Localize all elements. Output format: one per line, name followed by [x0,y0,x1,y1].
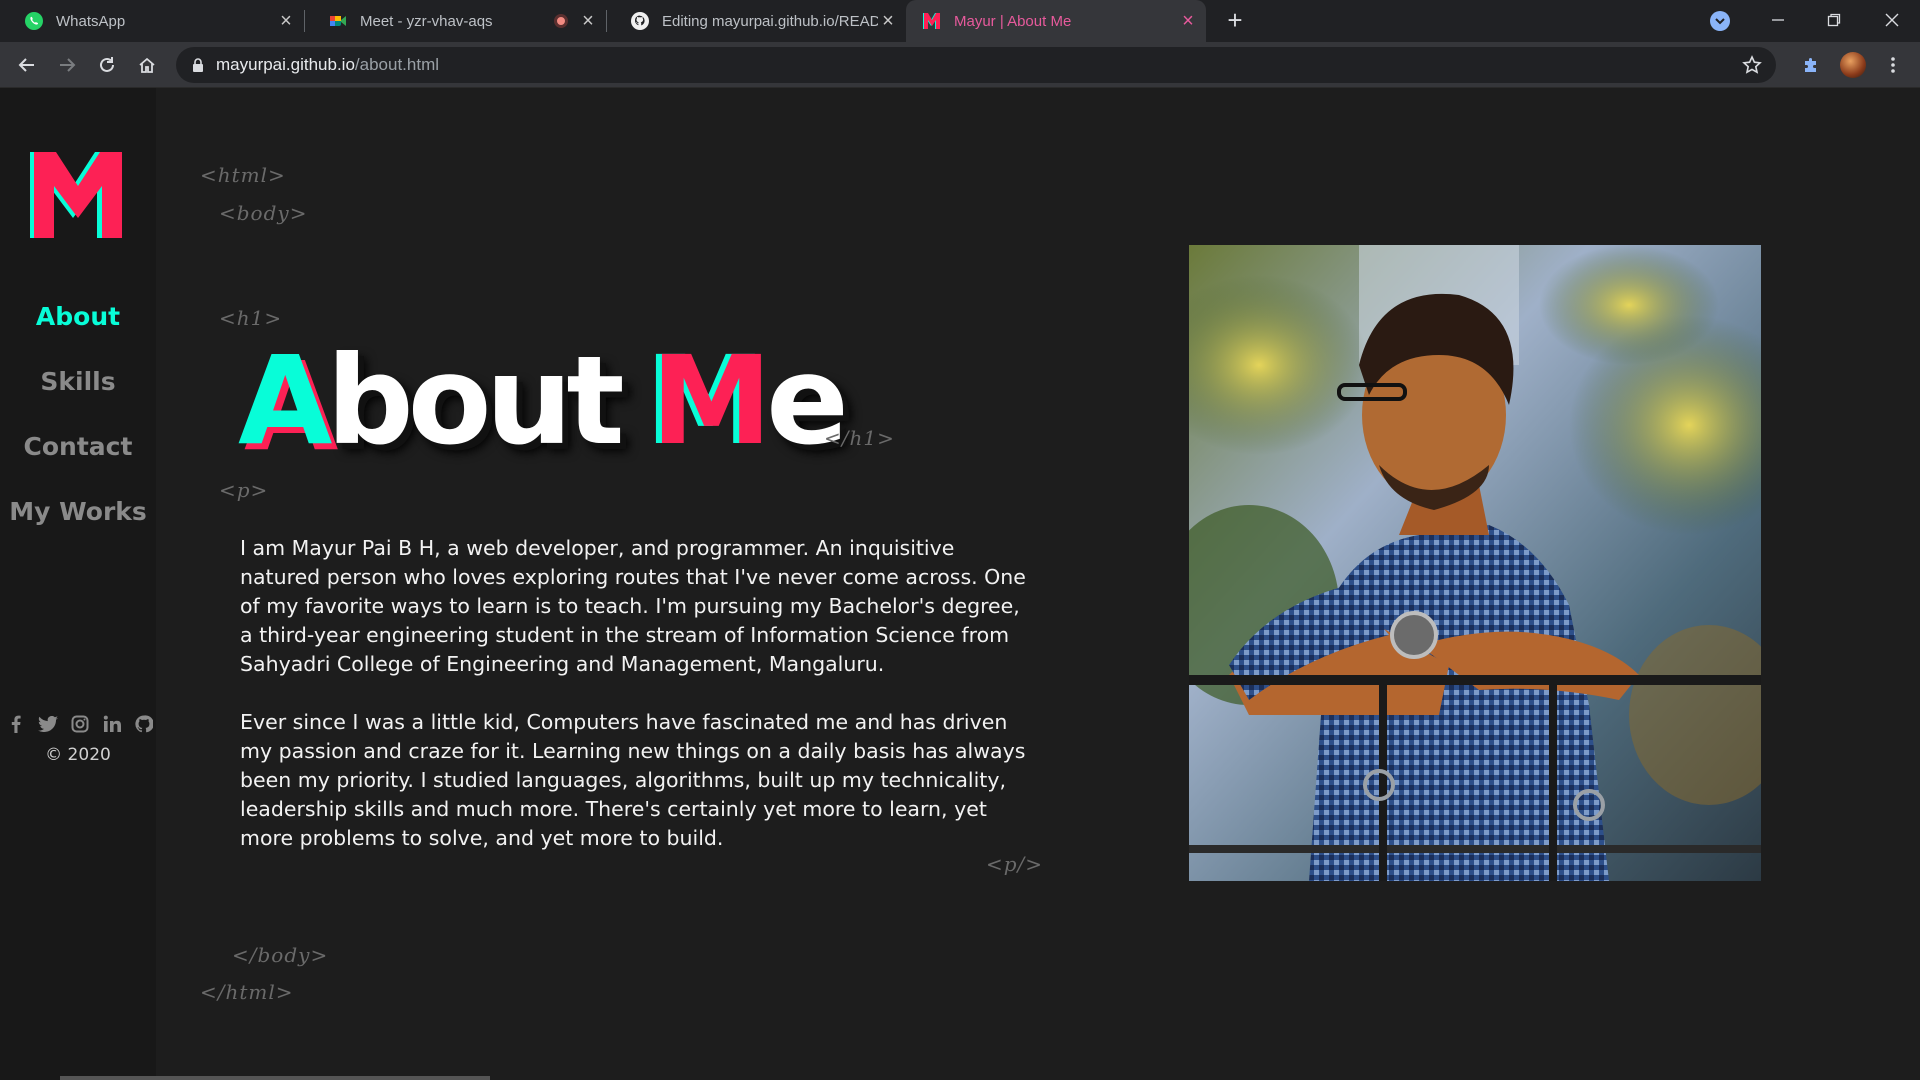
tag-p-open: <p> [219,478,269,502]
back-button[interactable] [12,50,42,80]
google-meet-icon [328,11,348,31]
tab-search-icon[interactable] [1710,11,1730,31]
bookmark-star-icon[interactable] [1742,55,1762,75]
tab-title: Editing mayurpai.github.io/README [662,12,878,30]
horizontal-scrollbar[interactable] [60,1076,490,1080]
extensions-puzzle-icon[interactable] [1798,52,1824,78]
social-links [6,714,156,734]
nav-my-works[interactable]: My Works [0,497,156,526]
home-button[interactable] [132,50,162,80]
close-tab-icon[interactable]: × [578,10,598,32]
reload-button[interactable] [92,50,122,80]
tab-google-meet[interactable]: Meet - yzr-vhav-aqs × [304,0,607,42]
about-paragraph-2: Ever since I was a little kid, Computers… [240,710,1026,850]
about-paragraph-1: I am Mayur Pai B H, a web developer, and… [240,536,1026,676]
web-page: About Skills Contact My Works © 2020 <ht… [0,88,1920,1080]
heading-first-letter: A [238,330,332,472]
address-bar[interactable]: mayurpai.github.io/about.html [176,47,1776,83]
tag-p-close: <p/> [986,852,1044,876]
copyright-text: © 2020 [45,745,111,765]
browser-tab-strip: WhatsApp × Meet - yzr-vhav-aqs × Editing… [0,0,1920,42]
instagram-icon[interactable] [70,714,90,734]
url-host: mayurpai.github.io [216,55,355,74]
tab-about-me[interactable]: Mayur | About Me × [906,0,1206,42]
tag-body-close: </body> [232,943,329,967]
lock-icon[interactable] [190,57,206,73]
heading-accent-letter: M [650,330,772,472]
recording-indicator-icon [554,14,568,28]
tag-h1-close: </h1> [824,426,895,450]
tab-github-editing[interactable]: Editing mayurpai.github.io/README × [606,0,906,42]
url-path: /about.html [354,55,440,74]
browser-toolbar: mayurpai.github.io/about.html [0,42,1920,88]
nav-about[interactable]: About [0,302,156,331]
github-icon [630,11,650,31]
close-tab-icon[interactable]: × [878,10,898,32]
whatsapp-icon [24,11,44,31]
page-heading: About Me [238,330,849,472]
tab-title: WhatsApp [56,12,126,30]
tag-html-close: </html> [200,980,294,1004]
nav-skills[interactable]: Skills [0,367,156,396]
twitter-icon[interactable] [38,714,58,734]
close-tab-icon[interactable]: × [1178,10,1198,32]
forward-button[interactable] [52,50,82,80]
close-window-button[interactable] [1864,0,1920,40]
close-tab-icon[interactable]: × [276,10,296,32]
heading-word-part: bout [326,330,624,472]
tab-title: Mayur | About Me [954,12,1072,30]
tab-title: Meet - yzr-vhav-aqs [360,12,493,30]
github-icon[interactable] [134,714,154,734]
minimize-button[interactable] [1750,0,1806,40]
facebook-icon[interactable] [6,714,26,734]
tag-h1-open: <h1> [219,306,283,330]
tag-html-open: <html> [200,163,286,187]
tab-whatsapp[interactable]: WhatsApp × [0,0,305,42]
more-menu-icon[interactable] [1880,52,1906,78]
profile-photo [1189,245,1761,881]
restore-button[interactable] [1806,0,1862,40]
sidebar: About Skills Contact My Works © 2020 [0,88,156,1080]
profile-avatar[interactable] [1840,52,1866,78]
heading-word-part: e [766,330,849,472]
linkedin-icon[interactable] [102,714,122,734]
site-m-logo-icon [922,11,942,31]
site-logo[interactable] [29,146,126,242]
url-text: mayurpai.github.io/about.html [216,55,439,75]
nav-contact[interactable]: Contact [0,432,156,461]
new-tab-button[interactable]: + [1222,7,1248,34]
tag-body-open: <body> [219,201,308,225]
